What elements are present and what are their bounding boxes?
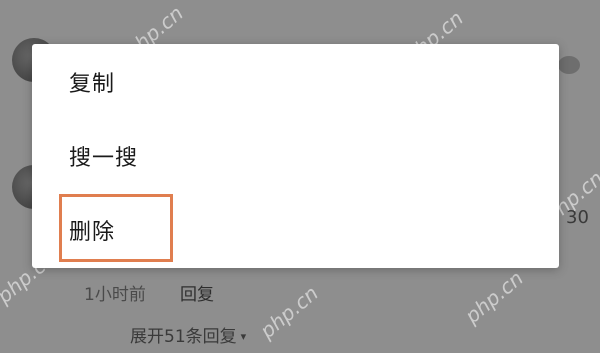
menu-item-search[interactable]: 搜一搜 (32, 124, 559, 188)
reply-button[interactable]: 回复 (180, 280, 214, 305)
caret-down-icon: ▾ (240, 330, 247, 343)
expand-replies-link[interactable]: 展开51条回复 ▾ (130, 322, 246, 347)
watermark: php.cn (255, 280, 323, 344)
expand-replies-label: 展开51条回复 (130, 327, 237, 347)
context-menu: 复制 搜一搜 删除 (32, 44, 559, 268)
emoji-icon (558, 56, 580, 74)
watermark: php.cn (460, 265, 528, 329)
menu-item-copy[interactable]: 复制 (32, 50, 559, 114)
menu-item-label: 复制 (69, 72, 116, 97)
comment-timestamp: 1小时前 (84, 285, 146, 305)
menu-item-delete[interactable]: 删除 (32, 198, 559, 262)
menu-item-label: 删除 (69, 220, 116, 245)
menu-item-label: 搜一搜 (69, 146, 139, 171)
screen: 30 1小时前 回复 展开51条回复 ▾ php.cn php.cn php.cn… (0, 0, 600, 353)
